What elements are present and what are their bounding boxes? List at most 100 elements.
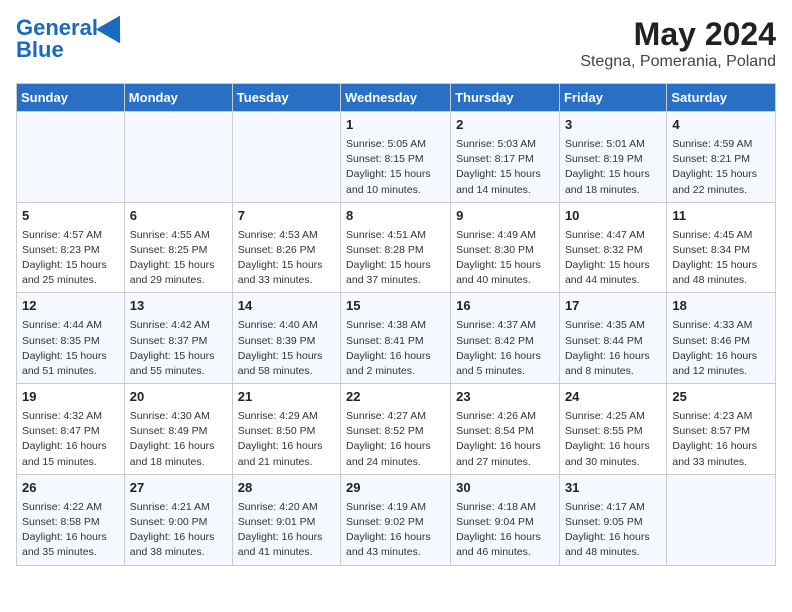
page-subtitle: Stegna, Pomerania, Poland	[580, 53, 776, 71]
calendar-cell: 18Sunrise: 4:33 AMSunset: 8:46 PMDayligh…	[667, 293, 776, 384]
day-info: Sunrise: 5:01 AMSunset: 8:19 PMDaylight:…	[565, 137, 661, 198]
calendar-cell: 21 Sunrise: 4:29 AMSunset: 8:50 PMDayligh…	[232, 384, 340, 475]
day-number: 20	[130, 388, 227, 407]
day-info: Sunrise: 4:18 AMSunset: 9:04 PMDaylight:…	[456, 500, 554, 561]
calendar-cell: 8Sunrise: 4:51 AMSunset: 8:28 PMDaylight…	[341, 202, 451, 293]
day-number: 16	[456, 297, 554, 316]
calendar-cell: 24 Sunrise: 4:25 AMSunset: 8:55 PMDayligh…	[559, 384, 666, 475]
day-info: Sunrise: 4:33 AMSunset: 8:46 PMDaylight:…	[672, 318, 770, 379]
col-sunday: Sunday	[17, 84, 125, 112]
calendar-cell	[232, 112, 340, 203]
day-number: 26	[22, 479, 119, 498]
calendar-cell: 23Sunrise: 4:26 AMSunset: 8:54 PMDayligh…	[451, 384, 560, 475]
calendar-cell: 13 Sunrise: 4:42 AMSunset: 8:37 PMDayligh…	[124, 293, 232, 384]
calendar-cell: 29 Sunrise: 4:19 AMSunset: 9:02 PMDayligh…	[341, 474, 451, 565]
day-number: 19	[22, 388, 119, 407]
day-info: Sunrise: 4:49 AMSunset: 8:30 PMDaylight:…	[456, 228, 554, 289]
calendar-week-row: 19 Sunrise: 4:32 AMSunset: 8:47 PMDayligh…	[17, 384, 776, 475]
calendar-cell: 10 Sunrise: 4:47 AMSunset: 8:32 PMDayligh…	[559, 202, 666, 293]
calendar-cell: 3 Sunrise: 5:01 AMSunset: 8:19 PMDaylight…	[559, 112, 666, 203]
day-number: 2	[456, 116, 554, 135]
day-info: Sunrise: 4:22 AMSunset: 8:58 PMDaylight:…	[22, 500, 119, 561]
calendar-cell: 7 Sunrise: 4:53 AMSunset: 8:26 PMDaylight…	[232, 202, 340, 293]
day-info: Sunrise: 4:51 AMSunset: 8:28 PMDaylight:…	[346, 228, 445, 289]
day-number: 14	[238, 297, 335, 316]
calendar-cell	[17, 112, 125, 203]
calendar-cell: 15 Sunrise: 4:38 AMSunset: 8:41 PMDayligh…	[341, 293, 451, 384]
calendar-week-row: 12 Sunrise: 4:44 AMSunset: 8:35 PMDayligh…	[17, 293, 776, 384]
day-number: 21	[238, 388, 335, 407]
day-info: Sunrise: 4:37 AMSunset: 8:42 PMDaylight:…	[456, 318, 554, 379]
calendar-cell: 9Sunrise: 4:49 AMSunset: 8:30 PMDaylight…	[451, 202, 560, 293]
day-info: Sunrise: 5:03 AMSunset: 8:17 PMDaylight:…	[456, 137, 554, 198]
day-info: Sunrise: 4:53 AMSunset: 8:26 PMDaylight:…	[238, 228, 335, 289]
calendar-cell	[667, 474, 776, 565]
calendar-cell: 4 Sunrise: 4:59 AMSunset: 8:21 PMDaylight…	[667, 112, 776, 203]
day-info: Sunrise: 4:40 AMSunset: 8:39 PMDaylight:…	[238, 318, 335, 379]
day-info: Sunrise: 4:35 AMSunset: 8:44 PMDaylight:…	[565, 318, 661, 379]
day-info: Sunrise: 5:05 AMSunset: 8:15 PMDaylight:…	[346, 137, 445, 198]
day-info: Sunrise: 4:44 AMSunset: 8:35 PMDaylight:…	[22, 318, 119, 379]
day-number: 10	[565, 207, 661, 226]
col-monday: Monday	[124, 84, 232, 112]
calendar-cell: 31Sunrise: 4:17 AMSunset: 9:05 PMDayligh…	[559, 474, 666, 565]
day-info: Sunrise: 4:47 AMSunset: 8:32 PMDaylight:…	[565, 228, 661, 289]
day-info: Sunrise: 4:30 AMSunset: 8:49 PMDaylight:…	[130, 409, 227, 470]
day-info: Sunrise: 4:55 AMSunset: 8:25 PMDaylight:…	[130, 228, 227, 289]
day-number: 24	[565, 388, 661, 407]
day-number: 15	[346, 297, 445, 316]
day-info: Sunrise: 4:27 AMSunset: 8:52 PMDaylight:…	[346, 409, 445, 470]
day-number: 13	[130, 297, 227, 316]
col-thursday: Thursday	[451, 84, 560, 112]
day-info: Sunrise: 4:32 AMSunset: 8:47 PMDaylight:…	[22, 409, 119, 470]
col-saturday: Saturday	[667, 84, 776, 112]
calendar-cell: 12 Sunrise: 4:44 AMSunset: 8:35 PMDayligh…	[17, 293, 125, 384]
calendar-cell: 22 Sunrise: 4:27 AMSunset: 8:52 PMDayligh…	[341, 384, 451, 475]
calendar-cell: 2 Sunrise: 5:03 AMSunset: 8:17 PMDaylight…	[451, 112, 560, 203]
day-number: 25	[672, 388, 770, 407]
day-info: Sunrise: 4:21 AMSunset: 9:00 PMDaylight:…	[130, 500, 227, 561]
day-number: 7	[238, 207, 335, 226]
calendar-cell: 14 Sunrise: 4:40 AMSunset: 8:39 PMDayligh…	[232, 293, 340, 384]
calendar-cell: 19 Sunrise: 4:32 AMSunset: 8:47 PMDayligh…	[17, 384, 125, 475]
day-info: Sunrise: 4:42 AMSunset: 8:37 PMDaylight:…	[130, 318, 227, 379]
calendar-cell: 16 Sunrise: 4:37 AMSunset: 8:42 PMDayligh…	[451, 293, 560, 384]
day-info: Sunrise: 4:19 AMSunset: 9:02 PMDaylight:…	[346, 500, 445, 561]
title-block: May 2024 Stegna, Pomerania, Poland	[580, 16, 776, 71]
day-info: Sunrise: 4:38 AMSunset: 8:41 PMDaylight:…	[346, 318, 445, 379]
day-number: 17	[565, 297, 661, 316]
day-info: Sunrise: 4:23 AMSunset: 8:57 PMDaylight:…	[672, 409, 770, 470]
day-number: 12	[22, 297, 119, 316]
day-number: 5	[22, 207, 119, 226]
day-number: 3	[565, 116, 661, 135]
col-tuesday: Tuesday	[232, 84, 340, 112]
day-info: Sunrise: 4:29 AMSunset: 8:50 PMDaylight:…	[238, 409, 335, 470]
page-header: General Blue May 2024 Stegna, Pomerania,…	[16, 16, 776, 71]
day-info: Sunrise: 4:45 AMSunset: 8:34 PMDaylight:…	[672, 228, 770, 289]
logo-blue-text: Blue	[16, 38, 128, 62]
day-info: Sunrise: 4:20 AMSunset: 9:01 PMDaylight:…	[238, 500, 335, 561]
calendar-cell: 20 Sunrise: 4:30 AMSunset: 8:49 PMDayligh…	[124, 384, 232, 475]
calendar-cell	[124, 112, 232, 203]
col-friday: Friday	[559, 84, 666, 112]
day-info: Sunrise: 4:59 AMSunset: 8:21 PMDaylight:…	[672, 137, 770, 198]
day-info: Sunrise: 4:57 AMSunset: 8:23 PMDaylight:…	[22, 228, 119, 289]
calendar-week-row: 5 Sunrise: 4:57 AMSunset: 8:23 PMDaylight…	[17, 202, 776, 293]
calendar-cell: 25 Sunrise: 4:23 AMSunset: 8:57 PMDayligh…	[667, 384, 776, 475]
calendar-header-row: Sunday Monday Tuesday Wednesday Thursday…	[17, 84, 776, 112]
page-title: May 2024	[580, 16, 776, 53]
calendar-cell: 17 Sunrise: 4:35 AMSunset: 8:44 PMDayligh…	[559, 293, 666, 384]
col-wednesday: Wednesday	[341, 84, 451, 112]
calendar-cell: 27Sunrise: 4:21 AMSunset: 9:00 PMDayligh…	[124, 474, 232, 565]
calendar-cell: 1Sunrise: 5:05 AMSunset: 8:15 PMDaylight…	[341, 112, 451, 203]
day-number: 4	[672, 116, 770, 135]
day-number: 22	[346, 388, 445, 407]
calendar-week-row: 1Sunrise: 5:05 AMSunset: 8:15 PMDaylight…	[17, 112, 776, 203]
calendar-table: Sunday Monday Tuesday Wednesday Thursday…	[16, 83, 776, 566]
calendar-cell: 5 Sunrise: 4:57 AMSunset: 8:23 PMDaylight…	[17, 202, 125, 293]
day-number: 29	[346, 479, 445, 498]
day-info: Sunrise: 4:25 AMSunset: 8:55 PMDaylight:…	[565, 409, 661, 470]
day-number: 30	[456, 479, 554, 498]
calendar-cell: 30 Sunrise: 4:18 AMSunset: 9:04 PMDayligh…	[451, 474, 560, 565]
day-number: 31	[565, 479, 661, 498]
